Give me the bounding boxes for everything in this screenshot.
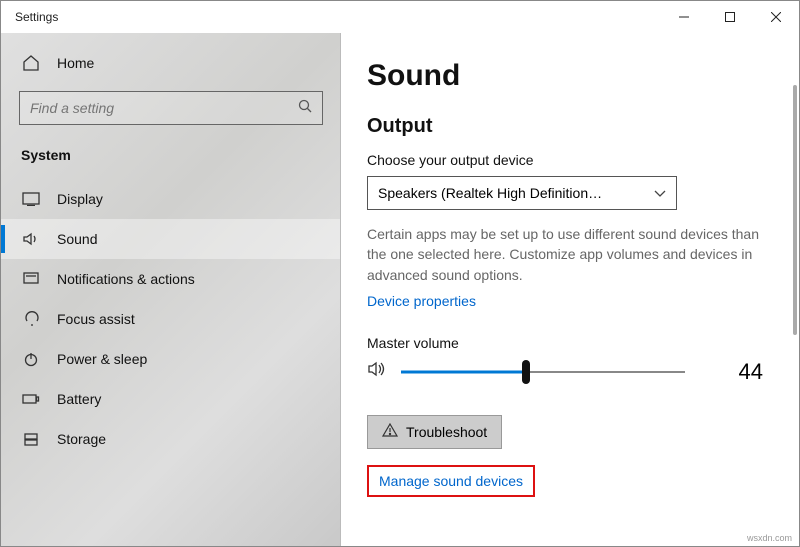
sound-icon — [21, 229, 41, 249]
storage-icon — [21, 429, 41, 449]
sidebar-item-label: Power & sleep — [57, 351, 147, 367]
search-input[interactable] — [30, 100, 298, 116]
content-pane: Sound Output Choose your output device S… — [341, 33, 799, 546]
speaker-icon[interactable] — [367, 360, 387, 383]
sidebar-item-label: Storage — [57, 431, 106, 447]
home-icon — [21, 53, 41, 73]
sidebar-group: System — [1, 139, 341, 179]
watermark: wsxdn.com — [747, 533, 792, 543]
close-button[interactable] — [753, 1, 799, 33]
choose-output-label: Choose your output device — [367, 152, 763, 168]
sidebar-item-label: Notifications & actions — [57, 271, 195, 287]
maximize-button[interactable] — [707, 1, 753, 33]
chevron-down-icon — [654, 185, 666, 201]
home-link[interactable]: Home — [1, 43, 341, 83]
master-volume-label: Master volume — [367, 335, 763, 351]
sidebar-item-power[interactable]: Power & sleep — [1, 339, 341, 379]
scrollbar[interactable] — [793, 85, 797, 335]
selected-device: Speakers (Realtek High Definition… — [378, 185, 602, 201]
sidebar: Home System Display Sound Notifications … — [1, 33, 341, 546]
troubleshoot-button[interactable]: Troubleshoot — [367, 415, 502, 449]
sidebar-item-focus[interactable]: Focus assist — [1, 299, 341, 339]
volume-value: 44 — [739, 359, 763, 385]
home-label: Home — [57, 55, 94, 71]
power-icon — [21, 349, 41, 369]
sidebar-item-label: Display — [57, 191, 103, 207]
sidebar-item-label: Battery — [57, 391, 101, 407]
output-heading: Output — [367, 115, 763, 138]
search-icon — [298, 99, 312, 118]
sidebar-item-sound[interactable]: Sound — [1, 219, 341, 259]
slider-thumb[interactable] — [522, 360, 530, 384]
battery-icon — [21, 389, 41, 409]
titlebar: Settings — [1, 1, 799, 33]
settings-window: Settings Home System Display Sound — [0, 0, 800, 547]
warning-icon — [382, 423, 398, 440]
page-title: Sound — [367, 59, 763, 93]
sidebar-item-label: Sound — [57, 231, 97, 247]
sidebar-item-battery[interactable]: Battery — [1, 379, 341, 419]
volume-slider[interactable] — [401, 362, 685, 382]
focus-assist-icon — [21, 309, 41, 329]
display-icon — [21, 189, 41, 209]
window-title: Settings — [15, 10, 58, 24]
minimize-button[interactable] — [661, 1, 707, 33]
sidebar-item-notifications[interactable]: Notifications & actions — [1, 259, 341, 299]
sidebar-item-storage[interactable]: Storage — [1, 419, 341, 459]
notifications-icon — [21, 269, 41, 289]
search-box[interactable] — [19, 91, 323, 125]
device-properties-link[interactable]: Device properties — [367, 293, 476, 309]
sidebar-item-label: Focus assist — [57, 311, 135, 327]
manage-sound-devices-link[interactable]: Manage sound devices — [367, 465, 535, 497]
output-description: Certain apps may be set up to use differ… — [367, 224, 763, 285]
output-device-select[interactable]: Speakers (Realtek High Definition… — [367, 176, 677, 210]
troubleshoot-label: Troubleshoot — [406, 424, 487, 440]
volume-row: 44 — [367, 359, 763, 385]
sidebar-item-display[interactable]: Display — [1, 179, 341, 219]
